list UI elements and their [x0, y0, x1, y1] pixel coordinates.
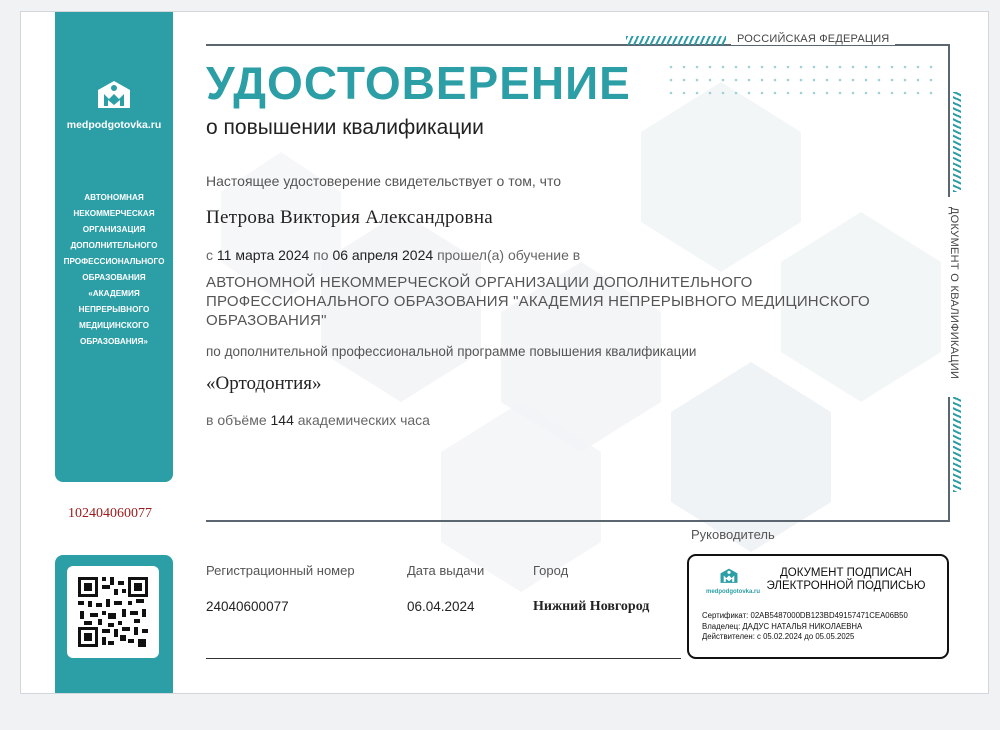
program-label: по дополнительной профессиональной прогр… — [206, 344, 697, 359]
reg-number-value: 24040600077 — [206, 599, 289, 614]
trained-text: прошел(а) обучение в — [437, 247, 581, 263]
academy-logo-small-icon — [720, 568, 738, 583]
decor-stripe-top — [626, 36, 726, 45]
decor-stripe-side-bottom — [953, 397, 961, 492]
brand-site: medpodgotovka.ru — [66, 119, 162, 131]
signature-valid: Действителен: с 05.02.2024 до 05.05.2025 — [702, 632, 855, 641]
date-from: 11 марта 2024 — [216, 247, 310, 263]
city-value: Нижний Новгород — [533, 599, 650, 614]
e-signature-stamp: medpodgotovka.ru ДОКУМЕНТ ПОДПИСАН ЭЛЕКТ… — [687, 554, 949, 659]
academy-logo-icon — [98, 81, 130, 108]
city-label: Город — [533, 563, 569, 578]
signature-owner: Владелец: ДАДУС НАТАЛЬЯ НИКОЛАЕВНА — [702, 621, 863, 631]
organization-full-name: АВТОНОМНОЙ НЕКОММЕРЧЕСКОЙ ОРГАНИЗАЦИИ ДО… — [206, 274, 870, 329]
sidebar-panel: medpodgotovka.ru АВТОНОМНАЯ НЕКОММЕРЧЕСК… — [55, 12, 173, 482]
date-to: 06 апреля 2024 — [332, 247, 434, 263]
country-label: РОССИЙСКАЯ ФЕДЕРАЦИЯ — [731, 33, 896, 45]
training-period: с 11 марта 2024 по 06 апреля 2024 прошел… — [206, 247, 580, 263]
footer-divider — [206, 658, 681, 659]
signature-certificate: Сертификат: 02AB5487000DB123BD49157471CE… — [702, 611, 908, 620]
volume-prefix: в объёме — [206, 412, 267, 428]
signature-logo-text: medpodgotovka.ru — [706, 589, 761, 595]
signature-logo: medpodgotovka.ru — [706, 568, 761, 595]
issue-date-label: Дата выдачи — [407, 563, 485, 578]
head-label: Руководитель — [691, 527, 775, 542]
issue-date-value: 06.04.2024 — [407, 599, 475, 614]
to-word: по — [313, 247, 329, 263]
volume-suffix: академических часа — [297, 412, 430, 428]
training-volume: в объёме 144 академических часа — [206, 412, 430, 428]
qr-panel — [55, 555, 173, 693]
from-word: с — [206, 247, 213, 263]
document-title: УДОСТОВЕРЕНИЕ — [206, 57, 631, 109]
certificate-sheet: medpodgotovka.ru АВТОНОМНАЯ НЕКОММЕРЧЕСК… — [20, 11, 989, 694]
sidebar-org-name: АВТОНОМНАЯ НЕКОММЕРЧЕСКАЯ ОРГАНИЗАЦИЯ ДО… — [63, 193, 165, 346]
holder-name: Петрова Виктория Александровна — [206, 207, 494, 228]
document-type-text: ДОКУМЕНТ О КВАЛИФИКАЦИИ — [948, 206, 960, 380]
document-subtitle: о повышении квалификации — [206, 116, 484, 139]
decor-stripe-side-top — [953, 92, 961, 192]
document-type-label: ДОКУМЕНТ О КВАЛИФИКАЦИИ — [948, 197, 962, 397]
intro-text: Настоящее удостоверение свидетельствует … — [206, 173, 561, 189]
signature-title: ДОКУМЕНТ ПОДПИСАН ЭЛЕКТРОННОЙ ПОДПИСЬЮ — [766, 567, 926, 592]
reg-number-label: Регистрационный номер — [206, 563, 355, 578]
signature-details: Сертификат: 02AB5487000DB123BD49157471CE… — [702, 611, 908, 643]
serial-number: 102404060077 — [68, 506, 152, 521]
brand-logo: medpodgotovka.ru — [55, 80, 173, 131]
qr-code-icon — [67, 566, 159, 658]
hours-value: 144 — [270, 412, 294, 428]
program-name: «Ортодонтия» — [206, 373, 322, 394]
